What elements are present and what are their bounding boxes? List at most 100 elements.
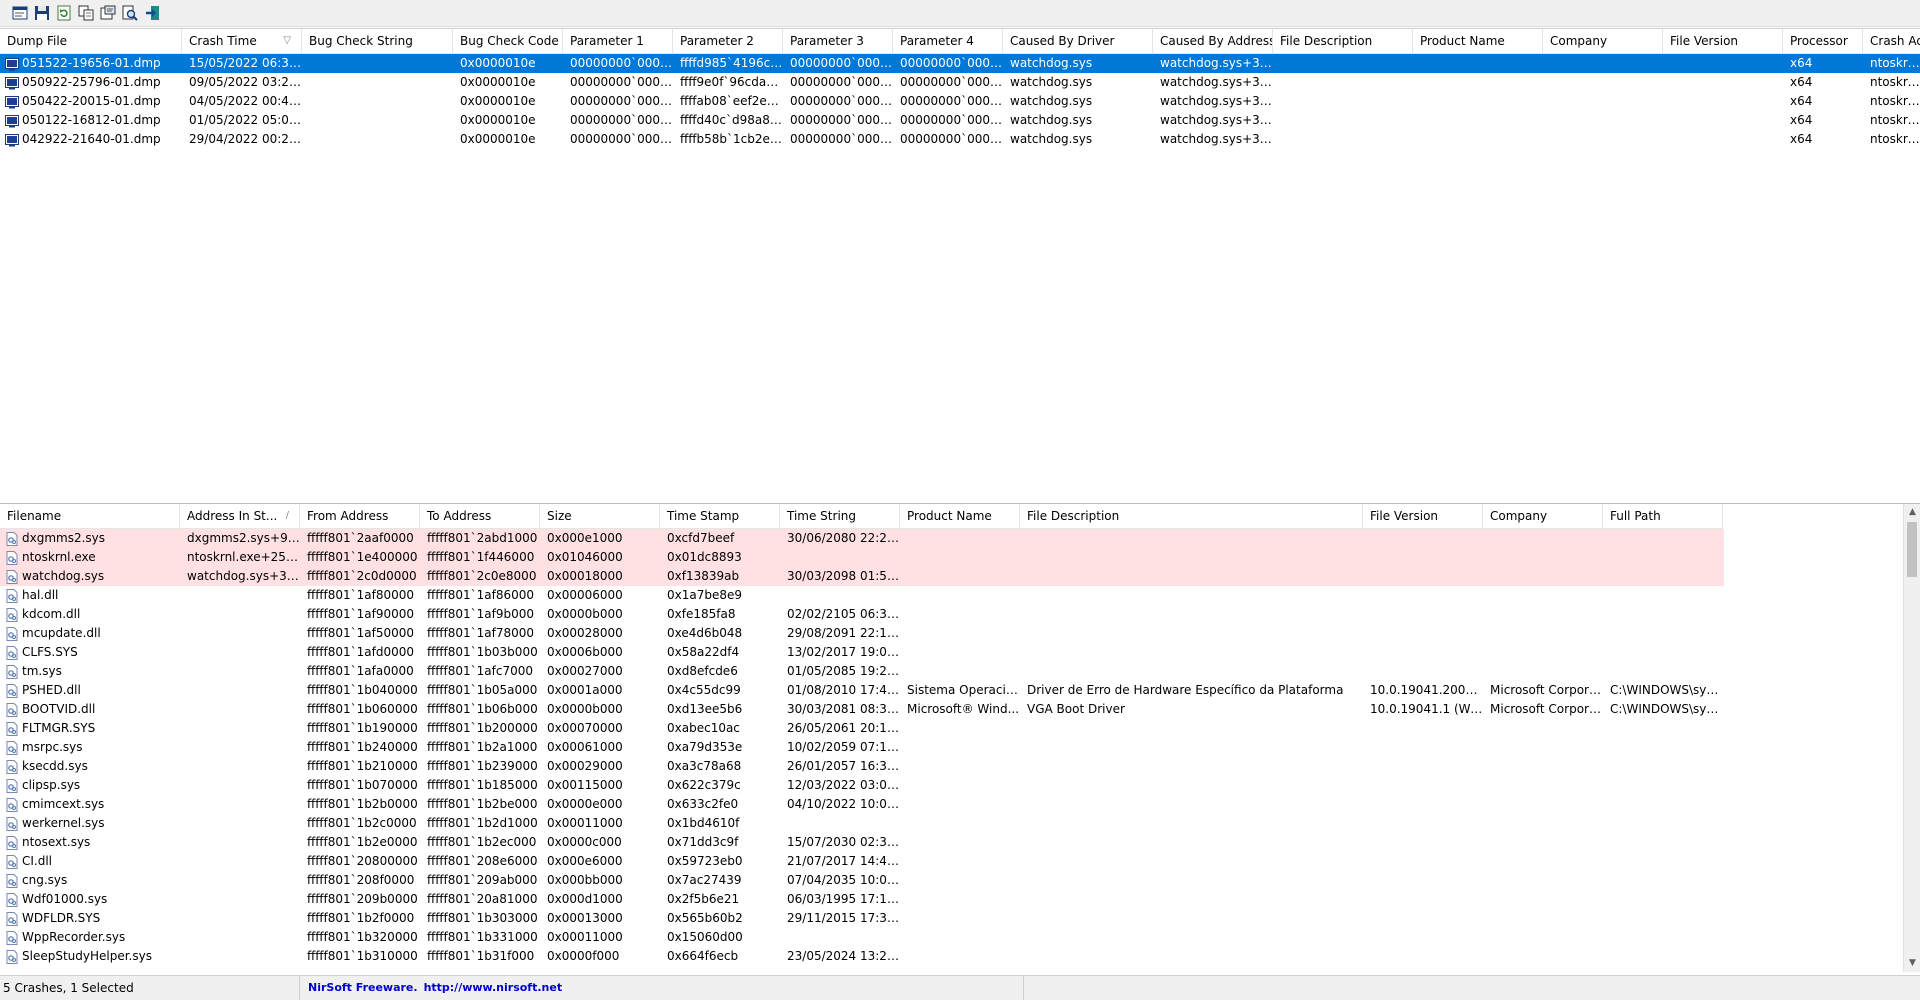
column-header-crash-time[interactable]: Crash Time ▽ [182, 29, 302, 53]
cell-size: 0x00013000 [547, 911, 623, 925]
table-row[interactable]: hal.dll fffff801`1af80000 fffff801`1af8600… [0, 586, 1724, 605]
table-row[interactable]: ntoskrnl.exe ntoskrnl.exe+253557 fffff801`… [0, 548, 1724, 567]
copy-button[interactable] [76, 4, 95, 23]
column-header-file-description[interactable]: File Description [1020, 504, 1363, 528]
table-row[interactable]: tm.sys fffff801`1afa0000 fffff801`1afc7000… [0, 662, 1724, 681]
scroll-up-arrow-icon[interactable]: ▲ [1904, 504, 1920, 521]
driver-file-icon [6, 683, 18, 698]
properties-button[interactable] [10, 4, 29, 23]
cell-full-path [1603, 928, 1723, 947]
column-header-address-in-st[interactable]: Address In St... / [180, 504, 300, 528]
cell-from-address: fffff801`1b240000 [307, 740, 418, 754]
column-header-company[interactable]: Company [1483, 504, 1603, 528]
dump-file-icon [5, 76, 19, 89]
scroll-down-arrow-icon[interactable]: ▼ [1904, 955, 1920, 972]
cell-file-version [1363, 586, 1483, 605]
column-header-crash-address[interactable]: Crash Address [1863, 29, 1920, 53]
table-row[interactable]: ksecdd.sys fffff801`1b210000 fffff801`1b23… [0, 757, 1724, 776]
cell-parameter-1: 00000000`000000... [570, 56, 673, 70]
cell-filename: watchdog.sys [0, 567, 180, 586]
column-header-file-version[interactable]: File Version [1363, 504, 1483, 528]
column-header-time-stamp[interactable]: Time Stamp [660, 504, 780, 528]
cell-file-description [1020, 909, 1363, 928]
cell-file-version [1363, 947, 1483, 966]
column-header-bug-check-string[interactable]: Bug Check String [302, 29, 453, 53]
cell-filename: kdcom.dll [0, 605, 180, 624]
cell-to-address: fffff801`1b2d1000 [427, 816, 538, 830]
column-header-to-address[interactable]: To Address [420, 504, 540, 528]
find-button[interactable] [120, 4, 139, 23]
table-row[interactable]: WppRecorder.sys fffff801`1b320000 fffff801… [0, 928, 1724, 947]
column-header-processor[interactable]: Processor [1783, 29, 1863, 53]
column-header-company[interactable]: Company [1543, 29, 1663, 53]
column-header-from-address[interactable]: From Address [300, 504, 420, 528]
column-header-dump-file[interactable]: Dump File [0, 29, 182, 53]
cell-file-version [1363, 909, 1483, 928]
column-header-parameter-2[interactable]: Parameter 2 [673, 29, 783, 53]
column-header-parameter-4[interactable]: Parameter 4 [893, 29, 1003, 53]
table-row[interactable]: msrpc.sys fffff801`1b240000 fffff801`1b2a1… [0, 738, 1724, 757]
column-header-filename[interactable]: Filename [0, 504, 180, 528]
cell-to-address: fffff801`209ab000 [427, 873, 538, 887]
exit-button[interactable] [142, 4, 161, 23]
cell-bug-check-string [302, 111, 453, 130]
table-row[interactable]: 050122-16812-01.dmp 01/05/2022 05:01:35 0x… [0, 111, 1920, 130]
table-row[interactable]: 042922-21640-01.dmp 29/04/2022 00:20:16 0x… [0, 130, 1920, 149]
driver-list-vertical-scrollbar[interactable]: ▲ ▼ [1903, 504, 1920, 972]
cell-crash-address: ntoskrnl.exe [1870, 56, 1920, 70]
table-row[interactable]: BOOTVID.dll fffff801`1b060000 fffff801`1b0… [0, 700, 1724, 719]
table-row[interactable]: dxgmms2.sys dxgmms2.sys+9d3... fffff801`2a… [0, 529, 1724, 548]
column-header-parameter-3[interactable]: Parameter 3 [783, 29, 893, 53]
column-header-label: Parameter 4 [900, 34, 974, 48]
column-header-product-name[interactable]: Product Name [1413, 29, 1543, 53]
column-header-time-string[interactable]: Time String [780, 504, 900, 528]
table-row[interactable]: mcupdate.dll fffff801`1af50000 fffff801`1a… [0, 624, 1724, 643]
column-header-caused-by-address[interactable]: Caused By Address [1153, 29, 1273, 53]
table-row[interactable]: CLFS.SYS fffff801`1afd0000 fffff801`1b03b0… [0, 643, 1724, 662]
cell-address-in-st [180, 833, 300, 852]
driver-file-icon [6, 588, 18, 603]
column-header-size[interactable]: Size [540, 504, 660, 528]
status-url[interactable]: http://www.nirsoft.net [424, 981, 563, 994]
table-row[interactable]: 051522-19656-01.dmp 15/05/2022 06:32:57 0x… [0, 54, 1920, 73]
cell-size: 0x00070000 [547, 721, 623, 735]
driver-file-icon [6, 949, 18, 964]
column-header-parameter-1[interactable]: Parameter 1 [563, 29, 673, 53]
crash-list-header: Dump File Crash Time ▽ Bug Check String Bug … [0, 29, 1920, 54]
table-row[interactable]: kdcom.dll fffff801`1af90000 fffff801`1af9b… [0, 605, 1724, 624]
column-header-full-path[interactable]: Full Path [1603, 504, 1723, 528]
table-row[interactable]: SleepStudyHelper.sys fffff801`1b310000 fff… [0, 947, 1724, 966]
table-row[interactable]: WDFLDR.SYS fffff801`1b2f0000 fffff801`1b30… [0, 909, 1724, 928]
driver-file-icon [6, 778, 18, 793]
driver-file-icon [6, 873, 18, 888]
table-row[interactable]: werkernel.sys fffff801`1b2c0000 fffff801`1… [0, 814, 1724, 833]
cell-from-address: fffff801`1b040000 [307, 683, 418, 697]
scroll-thumb[interactable] [1907, 522, 1917, 577]
table-row[interactable]: clipsp.sys fffff801`1b070000 fffff801`1b18… [0, 776, 1724, 795]
cell-product-name [900, 795, 1020, 814]
column-header-bug-check-code[interactable]: Bug Check Code [453, 29, 563, 53]
column-header-caused-by-driver[interactable]: Caused By Driver [1003, 29, 1153, 53]
table-row[interactable]: cmimcext.sys fffff801`1b2b0000 fffff801`1b… [0, 795, 1724, 814]
cell-file-version: 10.0.19041.2006 (W... [1370, 683, 1483, 697]
table-row[interactable]: CI.dll fffff801`20800000 fffff801`208e6000… [0, 852, 1724, 871]
table-row[interactable]: Wdf01000.sys fffff801`209b0000 fffff801`20… [0, 890, 1724, 909]
cell-file-version [1363, 757, 1483, 776]
cell-full-path [1603, 586, 1723, 605]
cell-file-description [1020, 871, 1363, 890]
cell-time-stamp: 0x7ac27439 [667, 873, 742, 887]
table-row[interactable]: FLTMGR.SYS fffff801`1b190000 fffff801`1b20… [0, 719, 1724, 738]
table-row[interactable]: ntosext.sys fffff801`1b2e0000 fffff801`1b2… [0, 833, 1724, 852]
table-row[interactable]: 050922-25796-01.dmp 09/05/2022 03:21:45 0x… [0, 73, 1920, 92]
table-row[interactable]: 050422-20015-01.dmp 04/05/2022 00:49:39 0x… [0, 92, 1920, 111]
column-header-product-name[interactable]: Product Name [900, 504, 1020, 528]
nirsoft-link[interactable]: NirSoft Freeware. http://www.nirsoft.net [300, 976, 1024, 1000]
column-header-file-description[interactable]: File Description [1273, 29, 1413, 53]
table-row[interactable]: PSHED.dll fffff801`1b040000 fffff801`1b05a… [0, 681, 1724, 700]
column-header-file-version[interactable]: File Version [1663, 29, 1783, 53]
save-button[interactable] [32, 4, 51, 23]
table-row[interactable]: watchdog.sys watchdog.sys+3ad0 fffff801`2c… [0, 567, 1724, 586]
refresh-button[interactable] [54, 4, 73, 23]
html-report-button[interactable] [98, 4, 117, 23]
table-row[interactable]: cng.sys fffff801`208f0000 fffff801`209ab00… [0, 871, 1724, 890]
